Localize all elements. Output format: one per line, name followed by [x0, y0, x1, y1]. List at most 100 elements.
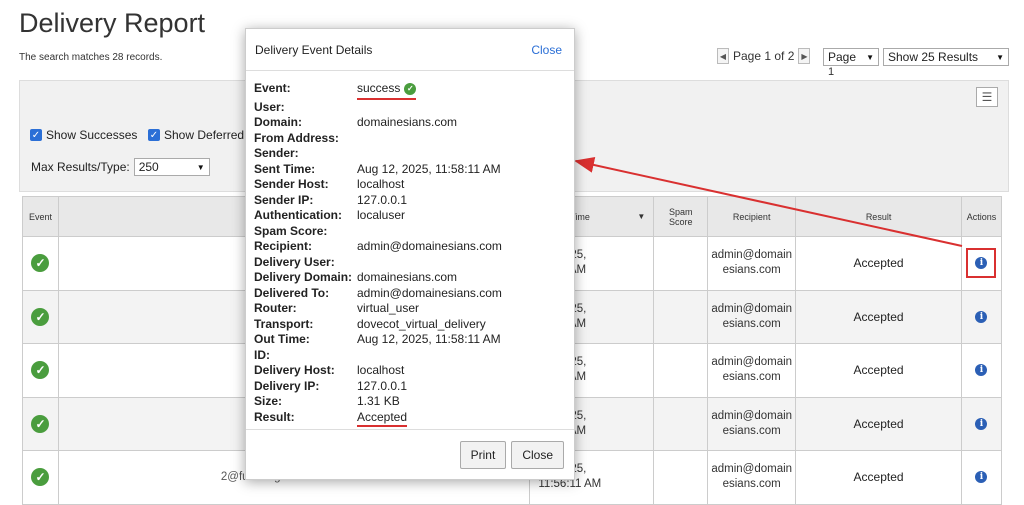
detail-value: localhost — [357, 363, 405, 377]
spam-score-cell — [653, 396, 709, 451]
detail-row: From Address: — [254, 131, 566, 147]
col-recipient[interactable]: Recipient — [707, 196, 797, 237]
info-button[interactable]: i — [966, 355, 996, 385]
detail-label: Transport: — [254, 316, 314, 331]
detail-label: Delivery Domain: — [254, 270, 353, 284]
col-result[interactable]: Result — [795, 196, 962, 237]
detail-label: Sender: — [254, 146, 299, 160]
detail-row: Spam Score: — [254, 224, 566, 240]
show-deferred-checkbox[interactable]: ✓ Show Deferred — [148, 128, 244, 142]
success-icon: ✓ — [31, 414, 50, 433]
info-icon: i — [975, 364, 988, 377]
detail-label: Out Time: — [254, 332, 310, 346]
detail-value: 127.0.0.1 — [357, 378, 408, 393]
detail-row: User: — [254, 100, 566, 116]
detail-row: Out Time: Aug 12, 2025, 11:58:11 AM — [254, 332, 566, 348]
max-results-value: 250 — [138, 160, 159, 174]
detail-label: ID: — [254, 347, 270, 362]
next-arrow-icon[interactable]: ▶ — [798, 48, 811, 64]
col-event[interactable]: Event — [22, 196, 59, 237]
modal-close-link[interactable]: Close — [531, 43, 562, 57]
results-per-page-select[interactable]: Show 25 Results ▼ — [883, 48, 1009, 66]
close-button[interactable]: Close — [511, 440, 564, 469]
detail-row-result: Result: Accepted — [254, 409, 566, 427]
result-cell: Accepted — [795, 236, 962, 291]
modal-header: Delivery Event Details Close — [246, 29, 574, 71]
checkbox-checked-icon: ✓ — [30, 129, 42, 141]
page-title: Delivery Report — [19, 8, 206, 38]
success-icon: ✓ — [31, 468, 50, 487]
page-select[interactable]: Page ▼ — [823, 48, 879, 66]
col-actions: Actions — [960, 196, 1003, 237]
detail-row: Recipient: admin@domainesians.com — [254, 239, 566, 255]
detail-value: admin@domainesians.com — [357, 239, 502, 253]
detail-row: Sender: — [254, 146, 566, 162]
recipient-cell: admin@domainesians.com — [711, 409, 793, 437]
info-button[interactable]: i — [966, 248, 997, 279]
detail-row: Domain: domainesians.com — [254, 115, 566, 131]
info-button[interactable]: i — [966, 302, 996, 332]
recipient-cell: admin@domainesians.com — [711, 302, 793, 330]
detail-value: Aug 12, 2025, 11:58:11 AM — [357, 332, 501, 346]
detail-label: Delivery IP: — [254, 378, 320, 393]
show-successes-label: Show Successes — [46, 128, 138, 142]
detail-value: localhost — [357, 177, 405, 191]
info-icon: i — [975, 257, 988, 270]
detail-value: 127.0.0.1 — [357, 192, 408, 207]
detail-row-event: Event: success ✓ — [254, 81, 566, 100]
col-spam-score[interactable]: Spam Score — [653, 196, 709, 237]
spam-score-cell — [653, 236, 709, 291]
detail-label: From Address: — [254, 130, 339, 145]
modal-body: Event: success ✓ User: Domain: domainesian… — [246, 71, 574, 427]
result-value: Accepted — [357, 410, 408, 427]
detail-label: Recipient: — [254, 239, 313, 253]
results-select-label: Show 25 Results — [888, 50, 979, 64]
result-cell: Accepted — [795, 396, 962, 451]
info-icon: i — [975, 417, 988, 430]
page-select-sub: 1 — [828, 66, 835, 78]
detail-label: Event: — [254, 81, 291, 95]
modal-title: Delivery Event Details — [255, 42, 373, 57]
event-value-text: success — [357, 81, 401, 95]
detail-label: Delivered To: — [254, 285, 330, 300]
prev-arrow-icon[interactable]: ◀ — [717, 48, 729, 64]
show-successes-checkbox[interactable]: ✓ Show Successes — [30, 128, 137, 142]
delivery-event-modal: Delivery Event Details Close Event: succ… — [245, 28, 575, 480]
detail-row: Delivery User: — [254, 255, 566, 271]
result-cell: Accepted — [795, 450, 962, 505]
detail-row: Sent Time: Aug 12, 2025, 11:58:11 AM — [254, 162, 566, 178]
match-count: The search matches 28 records. — [19, 52, 163, 63]
info-button[interactable]: i — [966, 462, 996, 492]
event-value: success ✓ — [357, 81, 417, 100]
detail-label: Size: — [254, 394, 283, 408]
success-icon: ✓ — [31, 307, 50, 326]
success-icon: ✓ — [31, 361, 50, 380]
spam-score-cell — [653, 450, 709, 505]
sort-down-icon: ▼ — [637, 211, 646, 221]
detail-row: Authentication: localuser — [254, 208, 566, 224]
success-icon: ✓ — [31, 254, 50, 273]
page-select-label: Page — [828, 50, 857, 64]
show-deferred-label: Show Deferred — [164, 128, 245, 142]
recipient-cell: admin@domainesians.com — [711, 463, 793, 491]
checkbox-checked-icon: ✓ — [148, 129, 160, 141]
list-columns-icon[interactable]: ☰ — [976, 87, 998, 107]
detail-row: Delivery Domain: domainesians.com — [254, 270, 566, 286]
detail-row: Delivery Host: localhost — [254, 363, 566, 379]
max-results-select[interactable]: 250 ▼ — [133, 158, 210, 176]
info-button[interactable]: i — [966, 409, 996, 439]
result-cell: Accepted — [795, 289, 962, 344]
detail-label: Result: — [254, 409, 295, 424]
detail-row: Sender IP: 127.0.0.1 — [254, 193, 566, 209]
recipient-cell: admin@domainesians.com — [711, 356, 793, 384]
print-button[interactable]: Print — [459, 440, 507, 469]
detail-label: User: — [254, 99, 285, 114]
detail-row: Delivered To: admin@domainesians.com — [254, 286, 566, 302]
detail-label: Sender IP: — [254, 192, 314, 207]
recipient-cell: admin@domainesians.com — [711, 249, 793, 277]
detail-row: Size: 1.31 KB — [254, 394, 566, 410]
chevron-down-icon: ▼ — [996, 52, 1004, 62]
max-results-label: Max Results/Type: — [31, 160, 130, 174]
success-check-icon: ✓ — [404, 82, 417, 95]
spam-score-cell — [653, 343, 709, 398]
